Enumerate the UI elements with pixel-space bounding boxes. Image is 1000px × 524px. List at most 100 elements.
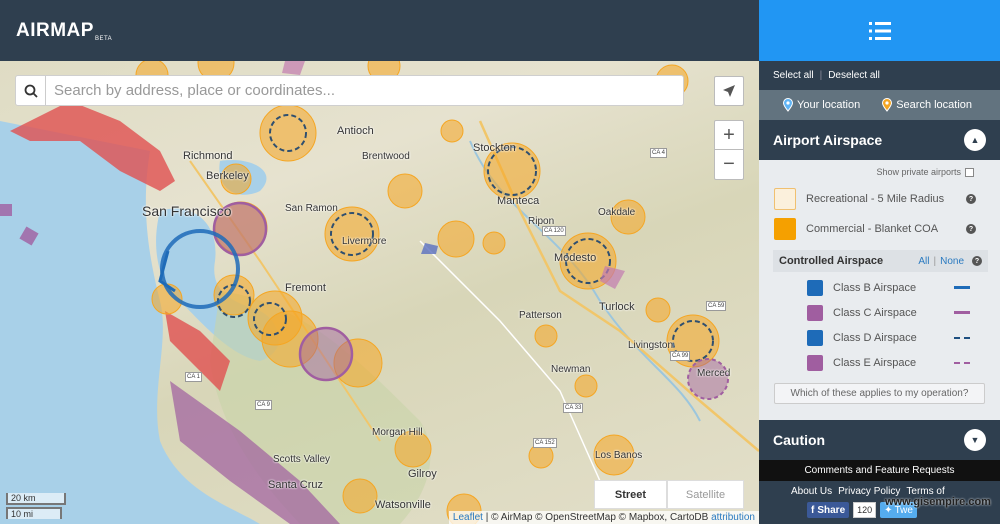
search-bar xyxy=(15,75,684,106)
show-private-checkbox[interactable] xyxy=(965,167,974,177)
class-c-row[interactable]: Class C Airspace xyxy=(759,300,1000,325)
expand-down-icon[interactable]: ▼ xyxy=(964,429,986,451)
search-input[interactable] xyxy=(46,76,683,105)
collapse-up-icon[interactable]: ▲ xyxy=(964,129,986,151)
deselect-all-link[interactable]: Deselect all xyxy=(828,70,880,81)
orange-pin-icon xyxy=(882,98,893,112)
class-b-row[interactable]: Class B Airspace xyxy=(759,275,1000,300)
show-private-label: Show private airports xyxy=(876,167,961,177)
search-icon[interactable] xyxy=(16,76,46,105)
place-label: San Ramon xyxy=(285,203,338,214)
solid-line-icon xyxy=(954,286,970,289)
road-shield: CA 1 xyxy=(185,372,203,382)
airport-airspace-header[interactable]: Airport Airspace ▲ xyxy=(759,120,1000,160)
zoom-in-button[interactable]: + xyxy=(714,120,744,150)
which-applies-button[interactable]: Which of these applies to my operation? xyxy=(774,383,985,404)
recreational-swatch[interactable] xyxy=(774,188,796,210)
road-shield: CA 99 xyxy=(670,351,691,361)
class-d-label: Class D Airspace xyxy=(833,331,917,344)
class-b-label: Class B Airspace xyxy=(833,281,917,294)
place-label: Gilroy xyxy=(408,468,437,480)
select-all-link[interactable]: Select all xyxy=(773,70,814,81)
road-shield: CA 9 xyxy=(255,400,273,410)
recreational-row[interactable]: Recreational - 5 Mile Radius ? xyxy=(759,184,1000,214)
top-header: AIRMAPBETA xyxy=(0,0,759,61)
scale-mi: 10 mi xyxy=(6,507,62,519)
place-label: Turlock xyxy=(599,301,635,313)
locate-me-button[interactable] xyxy=(714,76,744,106)
navigation-arrow-icon xyxy=(723,85,735,97)
attribution-text: | © AirMap © OpenStreetMap © Mapbox, Car… xyxy=(482,512,712,523)
show-private-row: Show private airports xyxy=(759,160,1000,184)
road-shield: CA 33 xyxy=(563,403,584,413)
comments-link[interactable]: Comments and Feature Requests xyxy=(759,460,1000,481)
your-location-option[interactable]: Your location xyxy=(783,98,860,112)
dashed-line-icon xyxy=(954,361,970,364)
info-icon[interactable]: ? xyxy=(966,224,976,234)
info-icon[interactable]: ? xyxy=(966,194,976,204)
road-shield: CA 120 xyxy=(542,226,566,236)
place-label: Patterson xyxy=(519,310,562,321)
airmap-logo[interactable]: AIRMAPBETA xyxy=(16,20,112,42)
sidebar: Select all | Deselect all Your location … xyxy=(759,0,1000,524)
place-label: Brentwood xyxy=(362,151,410,162)
beta-tag: BETA xyxy=(94,36,113,42)
separator: | xyxy=(819,70,823,81)
recreational-label: Recreational - 5 Mile Radius xyxy=(806,193,945,205)
satellite-layer-button[interactable]: Satellite xyxy=(667,480,744,509)
place-label: Newman xyxy=(551,364,591,375)
class-e-label: Class E Airspace xyxy=(833,356,917,369)
search-location-label: Search location xyxy=(896,99,973,111)
facebook-icon: f xyxy=(811,504,815,516)
leaflet-link[interactable]: Leaflet xyxy=(453,512,483,523)
place-label: Watsonville xyxy=(375,499,431,511)
street-layer-button[interactable]: Street xyxy=(594,480,667,509)
place-label: Antioch xyxy=(337,125,374,137)
place-label: Los Banos xyxy=(595,450,643,461)
map-base-layer xyxy=(0,61,759,524)
scale-km: 20 km xyxy=(6,493,66,505)
class-c-label: Class C Airspace xyxy=(833,306,917,319)
controlled-none-link[interactable]: None xyxy=(940,256,964,267)
place-label: Santa Cruz xyxy=(268,479,324,491)
road-shield: CA 152 xyxy=(533,438,557,448)
class-b-swatch[interactable] xyxy=(807,279,823,296)
footer-links: About Us Privacy Policy Terms of xyxy=(759,481,1000,497)
blue-pin-icon xyxy=(783,98,793,112)
watermark-text: www.gisempire.com xyxy=(885,496,991,508)
sidebar-header xyxy=(759,0,1000,61)
class-d-row[interactable]: Class D Airspace xyxy=(759,325,1000,350)
solid-line-icon xyxy=(954,311,970,314)
controlled-title: Controlled Airspace xyxy=(779,255,884,267)
list-menu-icon[interactable] xyxy=(868,21,891,41)
place-label: Morgan Hill xyxy=(372,427,423,438)
controlled-all-link[interactable]: All xyxy=(918,256,929,267)
class-e-row[interactable]: Class E Airspace xyxy=(759,350,1000,375)
commercial-label: Commercial - Blanket COA xyxy=(806,223,939,235)
facebook-share-button[interactable]: f Share xyxy=(807,502,850,518)
separator: | xyxy=(933,255,937,267)
class-e-swatch[interactable] xyxy=(807,354,823,371)
class-d-swatch[interactable] xyxy=(807,329,823,346)
controlled-airspace-header: Controlled Airspace All | None ? xyxy=(773,250,988,272)
class-c-swatch[interactable] xyxy=(807,304,823,321)
place-label: Merced xyxy=(697,368,731,379)
your-location-label: Your location xyxy=(797,99,861,111)
info-icon[interactable]: ? xyxy=(972,256,982,266)
logo-text: AIRMAP xyxy=(16,20,94,41)
road-shield: CA 59 xyxy=(706,301,727,311)
place-label: Richmond xyxy=(183,150,233,162)
commercial-row[interactable]: Commercial - Blanket COA ? xyxy=(759,214,1000,244)
place-label: Livermore xyxy=(342,236,387,247)
commercial-swatch[interactable] xyxy=(774,218,796,240)
place-label: San Francisco xyxy=(142,203,232,219)
zoom-out-button[interactable]: − xyxy=(714,150,744,180)
search-location-option[interactable]: Search location xyxy=(882,98,972,112)
attribution-link[interactable]: attribution xyxy=(711,512,755,523)
about-us-link[interactable]: About Us xyxy=(791,486,832,497)
map-canvas[interactable]: Antioch Richmond Brentwood Stockton Berk… xyxy=(0,61,759,524)
road-shield: CA 4 xyxy=(650,148,668,158)
place-label: Berkeley xyxy=(206,170,249,182)
share-count: 120 xyxy=(853,502,877,518)
caution-header[interactable]: Caution ▼ xyxy=(759,420,1000,460)
